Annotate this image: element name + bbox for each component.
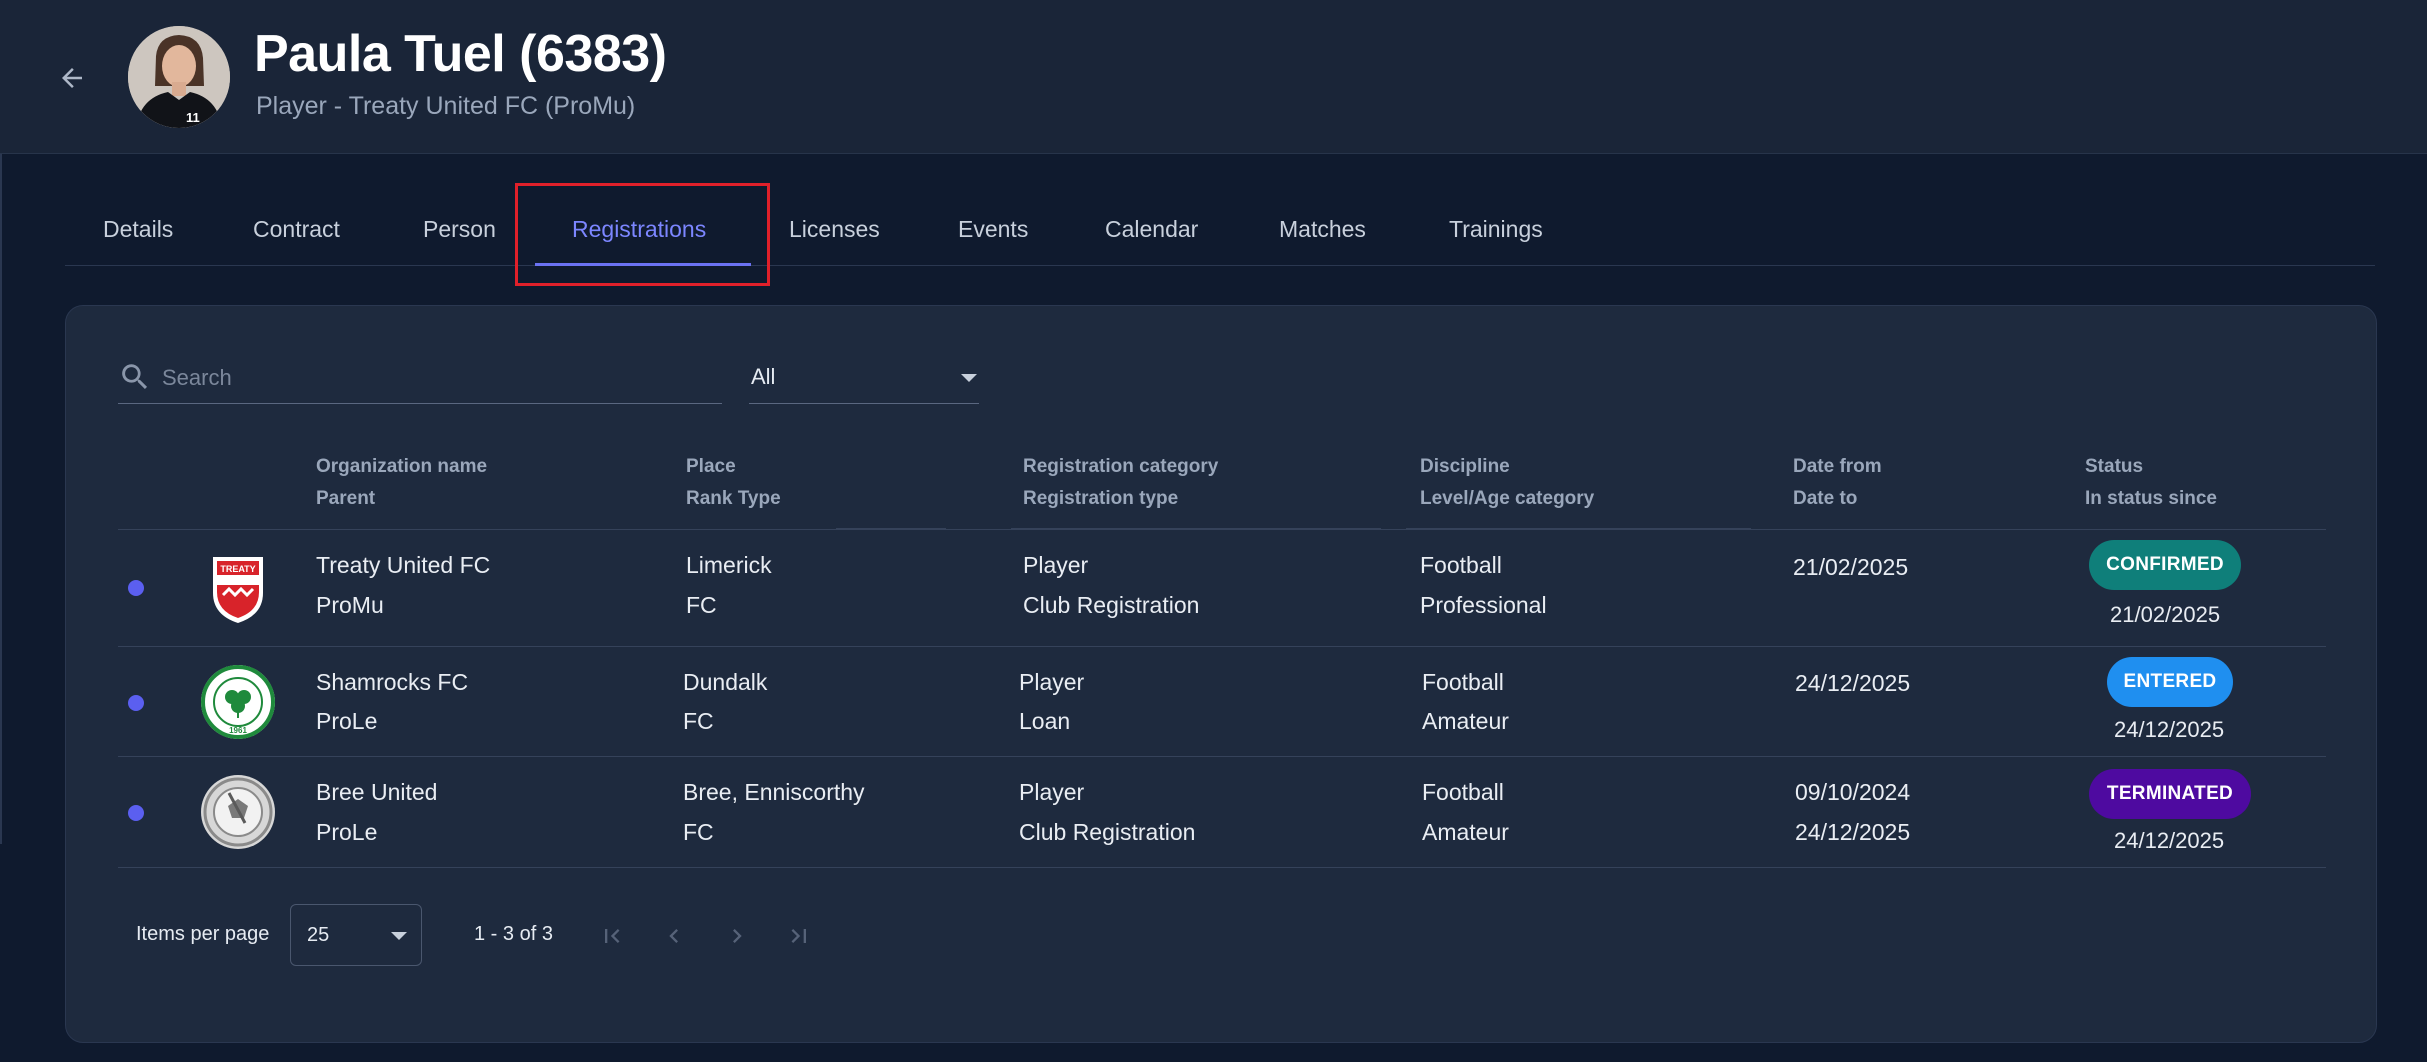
status-badge: CONFIRMED — [2089, 540, 2241, 590]
row-indicator-dot — [128, 695, 144, 711]
col-header-status-since[interactable]: In status since — [2085, 488, 2217, 510]
col-header-date-from[interactable]: Date from — [1793, 456, 1882, 478]
svg-text:1961: 1961 — [229, 726, 247, 735]
player-subtitle: Player - Treaty United FC (ProMu) — [256, 92, 636, 120]
status-filter-value: All — [751, 364, 776, 389]
side-divider — [0, 154, 2, 844]
tab-person[interactable]: Person — [423, 216, 496, 243]
search-field — [118, 356, 722, 404]
col-header-parent[interactable]: Parent — [316, 488, 375, 510]
tab-trainings[interactable]: Trainings — [1449, 216, 1543, 243]
reg-category: Player — [1019, 669, 1085, 695]
col-header-place[interactable]: Place — [686, 456, 736, 478]
tab-bar: Details Contract Person Registrations Li… — [65, 196, 2375, 266]
date-to: 24/12/2025 — [1795, 819, 1911, 845]
reg-type: Club Registration — [1023, 592, 1200, 618]
rank-type: FC — [686, 592, 717, 618]
org-parent: ProMu — [316, 592, 384, 618]
place: Bree, Enniscorthy — [683, 779, 865, 805]
tab-matches[interactable]: Matches — [1279, 216, 1366, 243]
discipline: Football — [1422, 669, 1504, 695]
first-page-icon — [605, 929, 620, 943]
items-per-page-label: Items per page — [136, 923, 270, 945]
row-indicator-dot — [128, 805, 144, 821]
last-page-button[interactable] — [777, 914, 821, 958]
tab-licenses[interactable]: Licenses — [789, 216, 880, 243]
tab-contract[interactable]: Contract — [253, 216, 340, 243]
last-page-icon — [791, 929, 806, 943]
row-indicator-dot — [128, 580, 144, 596]
active-tab-indicator — [535, 263, 751, 266]
col-header-reg-category[interactable]: Registration category — [1023, 456, 1218, 478]
avatar: 11 — [128, 26, 230, 128]
date-from: 09/10/2024 — [1795, 779, 1911, 805]
level: Professional — [1420, 592, 1547, 618]
row-divider — [118, 756, 2326, 757]
row-divider — [118, 867, 2326, 868]
chevron-right-icon — [733, 929, 742, 943]
registrations-card: All Organization name Parent Place Rank … — [65, 305, 2377, 1043]
col-header-discipline[interactable]: Discipline — [1420, 456, 1510, 478]
rank-type: FC — [683, 708, 714, 734]
items-per-page-value: 25 — [307, 924, 330, 946]
date-from: 21/02/2025 — [1793, 554, 1909, 580]
place: Dundalk — [683, 669, 768, 695]
org-name[interactable]: Shamrocks FC — [316, 669, 468, 696]
level: Amateur — [1422, 819, 1509, 845]
status-badge: ENTERED — [2107, 657, 2233, 707]
col-header-level[interactable]: Level/Age category — [1420, 488, 1594, 510]
items-per-page-select[interactable]: 25 — [290, 904, 422, 966]
status-since-date: 21/02/2025 — [2110, 602, 2221, 627]
shamrocks-crest-icon: 1961 — [201, 665, 275, 739]
org-parent: ProLe — [316, 819, 378, 845]
page-title: Paula Tuel (6383) — [254, 25, 667, 83]
bree-united-crest-icon — [201, 775, 275, 849]
first-page-button[interactable] — [590, 914, 634, 958]
tab-details[interactable]: Details — [103, 216, 173, 243]
next-page-button[interactable] — [715, 914, 759, 958]
col-header-date-to[interactable]: Date to — [1793, 488, 1857, 510]
tab-registrations[interactable]: Registrations — [572, 216, 706, 243]
back-button[interactable] — [50, 56, 94, 100]
status-since-date: 24/12/2025 — [2114, 828, 2225, 853]
col-header-reg-type[interactable]: Registration type — [1023, 488, 1178, 510]
tab-calendar[interactable]: Calendar — [1105, 216, 1198, 243]
chevron-down-icon — [391, 932, 407, 940]
col-header-status[interactable]: Status — [2085, 456, 2143, 478]
place: Limerick — [686, 552, 772, 578]
search-input[interactable] — [162, 358, 712, 398]
discipline: Football — [1420, 552, 1502, 578]
status-since-date: 24/12/2025 — [2114, 717, 2225, 742]
status-filter-select[interactable]: All — [749, 356, 979, 404]
page-range-label: 1 - 3 of 3 — [474, 923, 553, 945]
tab-events[interactable]: Events — [958, 216, 1028, 243]
discipline: Football — [1422, 779, 1504, 805]
svg-text:11: 11 — [186, 110, 200, 125]
org-parent: ProLe — [316, 708, 378, 734]
chevron-left-icon — [669, 929, 678, 943]
org-name[interactable]: Bree United — [316, 779, 437, 806]
arrow-left-icon — [62, 68, 82, 88]
previous-page-button[interactable] — [652, 914, 696, 958]
search-icon — [122, 364, 148, 390]
chevron-down-icon — [961, 374, 977, 382]
reg-type: Club Registration — [1019, 819, 1196, 845]
treaty-united-crest-icon: TREATY — [213, 557, 263, 623]
reg-category: Player — [1019, 779, 1085, 805]
header-bottom-rule — [118, 529, 2326, 530]
svg-text:TREATY: TREATY — [220, 564, 255, 574]
col-header-rank-type[interactable]: Rank Type — [686, 488, 781, 510]
level: Amateur — [1422, 708, 1509, 734]
reg-category: Player — [1023, 552, 1089, 578]
player-header: 11 Paula Tuel (6383) Player - Treaty Uni… — [0, 0, 2427, 154]
reg-type: Loan — [1019, 708, 1071, 734]
row-divider — [118, 646, 2326, 647]
status-badge: TERMINATED — [2089, 769, 2251, 819]
org-name[interactable]: Treaty United FC — [316, 552, 490, 579]
col-header-org-name[interactable]: Organization name — [316, 456, 487, 478]
date-from: 24/12/2025 — [1795, 670, 1911, 696]
rank-type: FC — [683, 819, 714, 845]
